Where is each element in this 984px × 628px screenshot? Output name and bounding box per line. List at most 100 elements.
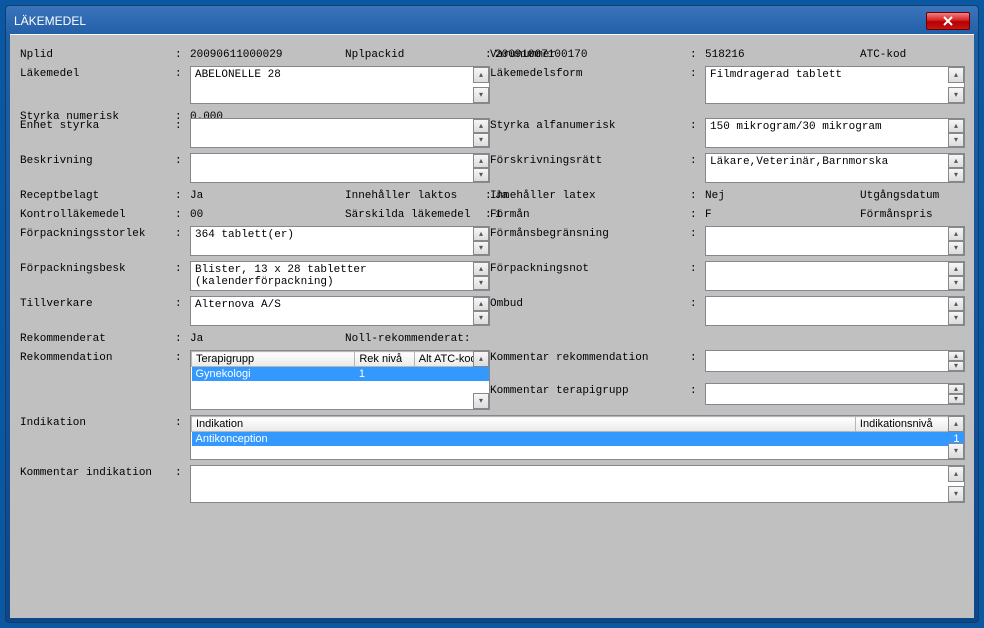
rekommendation-label: Rekommendation (20, 350, 175, 378)
scroll-up-icon[interactable]: ▴ (948, 297, 964, 311)
table-row[interactable]: Antikonception 1 (192, 432, 964, 447)
th-reknivå[interactable]: Rek nivå (355, 352, 414, 367)
scroll-down-icon[interactable]: ▾ (473, 276, 489, 290)
recept-label: Receptbelagt (20, 188, 175, 202)
styralfa-label: Styrka alfanumerisk (490, 118, 690, 148)
scrollbar[interactable]: ▴▾ (948, 466, 964, 502)
besk-label: Beskrivning (20, 153, 175, 183)
scroll-up-icon[interactable]: ▴ (473, 227, 489, 241)
form-input[interactable]: Filmdragerad tablett ▴▾ (705, 66, 965, 104)
formansbegr-label: Förmånsbegränsning (490, 226, 690, 256)
nollrek-label: Noll-rekommenderat: (345, 333, 485, 345)
kommrek-label: Kommentar rekommendation (490, 350, 690, 378)
tillv-label: Tillverkare (20, 296, 175, 326)
scroll-up-icon[interactable]: ▴ (948, 416, 964, 432)
rekommendation-table[interactable]: Terapigrupp Rek nivå Alt ATC-kod Gynekol… (190, 350, 490, 410)
client-area: Nplid : 20090611000029 Nplpackid : 20091… (10, 34, 974, 618)
scroll-up-icon[interactable]: ▴ (473, 262, 489, 276)
formansbegr-input[interactable]: ▴▾ (705, 226, 965, 256)
indikation-table[interactable]: Indikation Indikationsnivå Antikonceptio… (190, 415, 965, 460)
scrollbar[interactable]: ▴▾ (948, 119, 964, 147)
scroll-down-icon[interactable]: ▾ (473, 311, 489, 325)
nplid-label: Nplid (20, 47, 175, 61)
forpb-input[interactable]: Blister, 13 x 28 tabletter (kalenderförp… (190, 261, 490, 291)
scroll-down-icon[interactable]: ▾ (948, 241, 964, 255)
forpnot-label: Förpackningsnot (490, 261, 690, 291)
enhet-input[interactable]: ▴▾ (190, 118, 490, 148)
scrollbar[interactable]: ▴▾ (948, 351, 964, 371)
atc-label: ATC-kod (860, 49, 974, 61)
scrollbar[interactable]: ▴▾ (948, 227, 964, 255)
scrollbar[interactable]: ▴ ▾ (473, 67, 489, 103)
scroll-up-icon[interactable]: ▴ (948, 154, 964, 168)
kommind-label: Kommentar indikation (20, 465, 175, 503)
scroll-up-icon[interactable]: ▴ (473, 119, 489, 133)
scroll-down-icon[interactable]: ▾ (948, 486, 964, 502)
th-indikation[interactable]: Indikation (192, 417, 856, 432)
ombud-input[interactable]: ▴▾ (705, 296, 965, 326)
kontroll-value: 00 (190, 209, 335, 221)
scrollbar[interactable]: ▴▾ (473, 119, 489, 147)
scroll-down-icon[interactable]: ▾ (948, 394, 964, 404)
kommrek-input[interactable]: ▴▾ (705, 350, 965, 372)
besk-input[interactable]: ▴▾ (190, 153, 490, 183)
scroll-up-icon[interactable]: ▴ (948, 384, 964, 394)
scroll-up-icon[interactable]: ▴ (473, 351, 489, 367)
forskriv-input[interactable]: Läkare,Veterinär,Barnmorska ▴▾ (705, 153, 965, 183)
scroll-down-icon[interactable]: ▾ (948, 87, 964, 103)
rekom-label: Rekommenderat (20, 331, 175, 345)
scroll-down-icon[interactable]: ▾ (948, 361, 964, 371)
scroll-down-icon[interactable]: ▾ (948, 443, 964, 459)
laktos-label: Innehåller laktos (345, 190, 485, 202)
scrollbar[interactable]: ▴▾ (948, 297, 964, 325)
latex-label: Innehåller latex (490, 188, 690, 202)
scrollbar[interactable]: ▴▾ (473, 154, 489, 182)
scroll-up-icon[interactable]: ▴ (948, 466, 964, 482)
scroll-down-icon[interactable]: ▾ (948, 311, 964, 325)
scroll-down-icon[interactable]: ▾ (473, 393, 489, 409)
scroll-down-icon[interactable]: ▾ (473, 168, 489, 182)
close-button[interactable] (926, 12, 970, 30)
scrollbar[interactable]: ▴▾ (948, 67, 964, 103)
scrollbar[interactable]: ▴▾ (473, 351, 489, 409)
scroll-up-icon[interactable]: ▴ (948, 351, 964, 361)
scroll-down-icon[interactable]: ▾ (473, 87, 489, 103)
scroll-down-icon[interactable]: ▾ (948, 133, 964, 147)
scrollbar[interactable]: ▴▾ (948, 262, 964, 290)
forman-label: Förmån (490, 207, 690, 221)
window-title: LÄKEMEDEL (14, 14, 86, 28)
kommter-input[interactable]: ▴▾ (705, 383, 965, 405)
kontroll-label: Kontrolläkemedel (20, 207, 175, 221)
scroll-up-icon[interactable]: ▴ (473, 67, 489, 83)
scroll-down-icon[interactable]: ▾ (473, 133, 489, 147)
scrollbar[interactable]: ▴▾ (473, 227, 489, 255)
lakemedel-input[interactable]: ABELONELLE 28 ▴ ▾ (190, 66, 490, 104)
scroll-up-icon[interactable]: ▴ (948, 227, 964, 241)
styralfa-input[interactable]: 150 mikrogram/30 mikrogram ▴▾ (705, 118, 965, 148)
scroll-up-icon[interactable]: ▴ (948, 119, 964, 133)
scroll-down-icon[interactable]: ▾ (473, 241, 489, 255)
forpb-label: Förpackningsbesk (20, 261, 175, 291)
varunr-value: 518216 (705, 49, 850, 61)
scroll-up-icon[interactable]: ▴ (473, 154, 489, 168)
forpstorlek-input[interactable]: 364 tablett(er) ▴▾ (190, 226, 490, 256)
scrollbar[interactable]: ▴▾ (948, 416, 964, 459)
scrollbar[interactable]: ▴▾ (948, 384, 964, 404)
scroll-up-icon[interactable]: ▴ (473, 297, 489, 311)
scrollbar[interactable]: ▴▾ (473, 262, 489, 290)
varunr-label: Varunummer (490, 47, 690, 61)
table-header-row: Terapigrupp Rek nivå Alt ATC-kod (192, 352, 489, 367)
scroll-down-icon[interactable]: ▾ (948, 168, 964, 182)
forman-value: F (705, 209, 850, 221)
scroll-up-icon[interactable]: ▴ (948, 67, 964, 83)
scroll-down-icon[interactable]: ▾ (948, 276, 964, 290)
tillv-input[interactable]: Alternova A/S ▴▾ (190, 296, 490, 326)
lakemedel-label: Läkemedel (20, 66, 175, 104)
th-terapigrupp[interactable]: Terapigrupp (192, 352, 355, 367)
scrollbar[interactable]: ▴▾ (948, 154, 964, 182)
forpnot-input[interactable]: ▴▾ (705, 261, 965, 291)
scrollbar[interactable]: ▴▾ (473, 297, 489, 325)
scroll-up-icon[interactable]: ▴ (948, 262, 964, 276)
table-row[interactable]: Gynekologi 1 (192, 367, 489, 382)
kommind-input[interactable]: ▴▾ (190, 465, 965, 503)
